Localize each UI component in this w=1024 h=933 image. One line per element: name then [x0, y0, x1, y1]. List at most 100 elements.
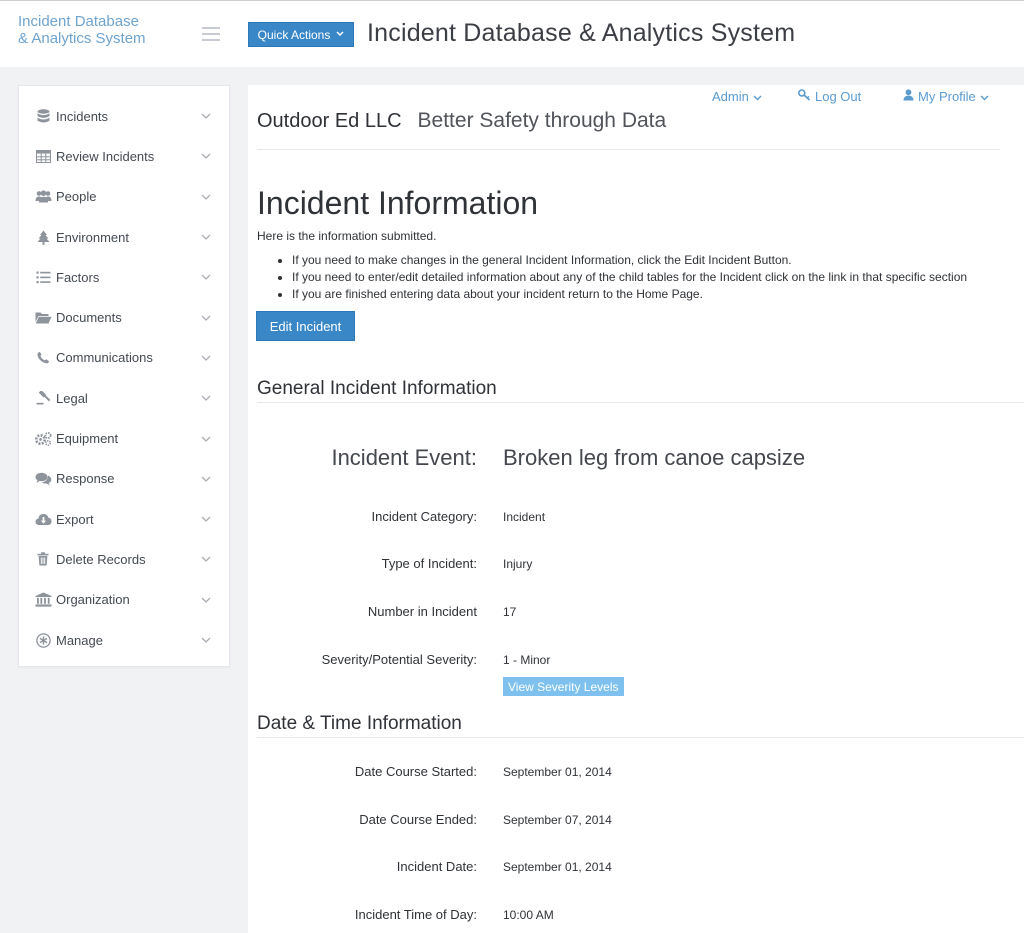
list-icon	[34, 269, 52, 285]
quick-actions-button[interactable]: Quick Actions	[248, 22, 354, 47]
chevron-down-icon	[201, 395, 211, 402]
my-profile-menu[interactable]: My Profile	[903, 89, 989, 104]
organization-name: Outdoor Ed LLC	[257, 110, 402, 132]
number-in-incident-label: Number in Incident	[367, 604, 477, 619]
app-title: Incident Database & Analytics System	[367, 19, 796, 47]
page-title: Incident Information	[257, 185, 539, 221]
sidebar-item-label: Review Incidents	[56, 148, 155, 164]
instruction-list: If you need to make changes in the gener…	[292, 253, 967, 305]
quick-actions-label: Quick Actions	[257, 27, 331, 42]
incident-time-value: 10:00 AM	[503, 908, 554, 922]
intro-text: Here is the information submitted.	[257, 229, 437, 243]
sidebar-item-manage[interactable]: Manage	[19, 620, 229, 660]
list-item: If you need to make changes in the gener…	[292, 253, 967, 267]
sidebar-item-review-incidents[interactable]: Review Incidents	[19, 136, 229, 176]
sidebar-item-label: Export	[56, 511, 94, 527]
divider	[257, 737, 1024, 738]
users-icon	[34, 189, 52, 205]
chevron-down-icon	[201, 556, 211, 563]
section-heading-general: General Incident Information	[257, 378, 497, 399]
incident-time-label: Incident Time of Day:	[354, 907, 477, 922]
folder-open-icon	[34, 310, 52, 326]
brand-logo-text[interactable]: Incident Database & Analytics System	[18, 13, 198, 47]
list-item: If you need to enter/edit detailed infor…	[292, 270, 967, 284]
key-icon	[797, 89, 811, 104]
organization-tagline: Better Safety through Data	[417, 109, 667, 132]
logout-label: Log Out	[815, 89, 862, 104]
sidebar-item-factors[interactable]: Factors	[19, 257, 229, 297]
gears-icon	[34, 431, 52, 447]
list-item: If you are finished entering data about …	[292, 287, 967, 301]
incident-event-value: Broken leg from canoe capsize	[503, 445, 806, 470]
section-heading-datetime: Date & Time Information	[257, 713, 462, 734]
tree-icon	[34, 229, 52, 245]
date-course-started-value: September 01, 2014	[503, 765, 612, 779]
sidebar-item-label: Manage	[56, 632, 103, 648]
date-course-started-label: Date Course Started:	[354, 764, 477, 779]
chevron-down-icon	[201, 436, 211, 442]
sidebar-item-organization[interactable]: Organization	[19, 580, 229, 620]
admin-menu[interactable]: Admin	[712, 89, 762, 104]
sidebar-item-label: Organization	[56, 592, 130, 608]
my-profile-label: My Profile	[918, 89, 976, 104]
brand-line-2: & Analytics System	[18, 30, 146, 47]
chevron-down-icon	[201, 113, 211, 120]
chevron-down-icon	[201, 516, 211, 523]
incident-category-value: Incident	[503, 510, 546, 524]
chevron-down-icon	[753, 89, 762, 104]
cloud-download-icon	[34, 511, 52, 527]
incident-type-label: Type of Incident:	[381, 556, 477, 571]
sidebar-item-response[interactable]: Response	[19, 459, 229, 499]
sidebar-item-label: People	[56, 189, 97, 205]
sidebar-item-label: Incidents	[56, 108, 109, 124]
top-navbar: Incident Database & Analytics System Qui…	[0, 0, 1024, 67]
organization-header: Outdoor Ed LLC Better Safety through Dat…	[257, 109, 666, 133]
incident-date-value: September 01, 2014	[503, 860, 612, 874]
sidebar-item-export[interactable]: Export	[19, 499, 229, 539]
table-icon	[34, 148, 52, 164]
comments-icon	[34, 471, 52, 487]
number-in-incident-value: 17	[503, 605, 517, 619]
chevron-down-icon	[201, 194, 211, 200]
chevron-down-icon	[201, 637, 211, 643]
trash-icon	[34, 551, 52, 567]
chevron-down-icon	[336, 30, 344, 39]
edit-incident-button[interactable]: Edit Incident	[256, 311, 355, 341]
chevron-down-icon	[201, 355, 211, 361]
hamburger-menu-icon[interactable]	[202, 27, 220, 41]
date-course-ended-value: September 07, 2014	[503, 813, 612, 827]
view-severity-levels-link[interactable]: View Severity Levels	[503, 677, 624, 696]
sidebar-item-incidents[interactable]: Incidents	[19, 96, 229, 136]
sidebar-item-people[interactable]: People	[19, 177, 229, 217]
incident-category-label: Incident Category:	[371, 509, 477, 524]
chevron-down-icon	[980, 89, 989, 104]
divider	[257, 149, 1000, 150]
sidebar-item-label: Equipment	[56, 431, 119, 447]
asterisk-icon	[34, 632, 52, 648]
logout-link[interactable]: Log Out	[797, 89, 862, 104]
sidebar-item-label: Legal	[56, 390, 88, 406]
database-icon	[34, 108, 52, 124]
sidebar-item-label: Factors	[56, 269, 100, 285]
sidebar-item-legal[interactable]: Legal	[19, 378, 229, 418]
divider	[257, 402, 1024, 403]
sidebar-item-communications[interactable]: Communications	[19, 338, 229, 378]
incident-type-value: Injury	[503, 557, 533, 571]
admin-menu-label: Admin	[712, 89, 749, 104]
sidebar-item-label: Environment	[56, 229, 129, 245]
brand-line-1: Incident Database	[18, 13, 139, 30]
sidebar-item-equipment[interactable]: Equipment	[19, 418, 229, 458]
severity-label: Severity/Potential Severity:	[321, 652, 477, 667]
chevron-down-icon	[201, 476, 211, 482]
user-icon	[903, 89, 914, 104]
gavel-icon	[34, 390, 52, 406]
sidebar-item-label: Response	[56, 471, 115, 487]
incident-date-label: Incident Date:	[396, 859, 477, 874]
sidebar-item-delete-records[interactable]: Delete Records	[19, 539, 229, 579]
phone-icon	[34, 350, 52, 366]
sidebar-item-environment[interactable]: Environment	[19, 217, 229, 257]
date-course-ended-label: Date Course Ended:	[359, 812, 477, 827]
incident-event-label: Incident Event:	[331, 445, 477, 470]
chevron-down-icon	[201, 274, 211, 281]
sidebar-item-documents[interactable]: Documents	[19, 297, 229, 337]
